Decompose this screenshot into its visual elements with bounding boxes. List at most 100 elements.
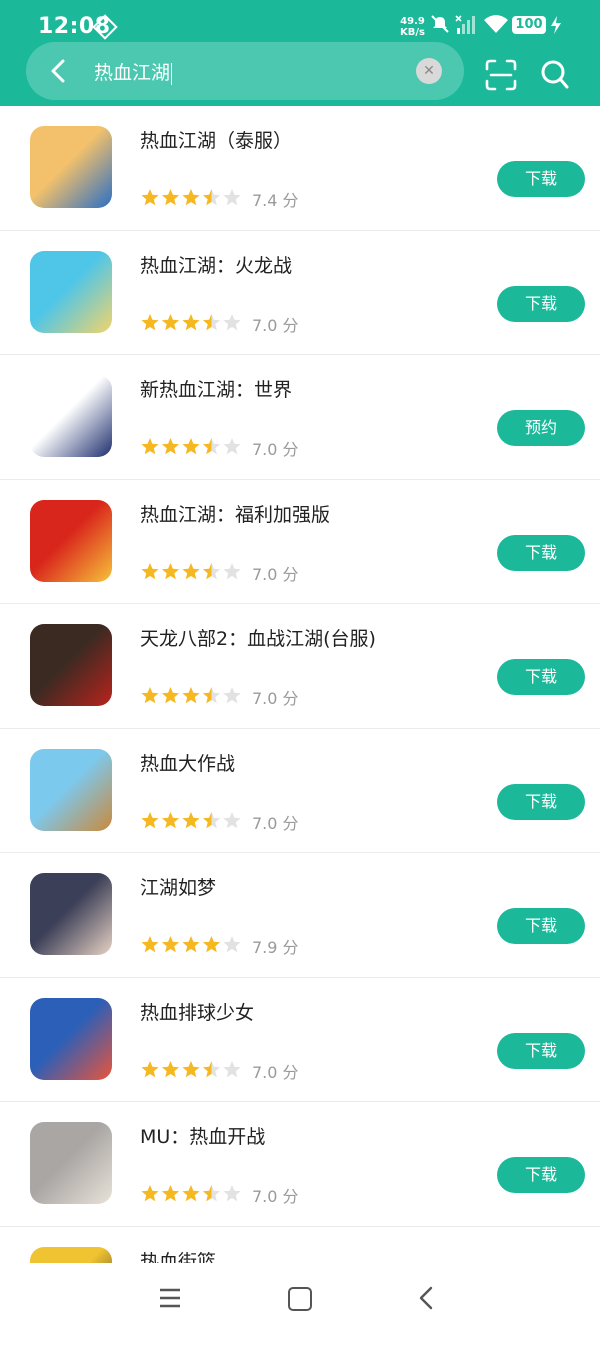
- reserve-button[interactable]: 预约: [497, 410, 585, 446]
- star-icon: [223, 438, 240, 454]
- star-icon: [141, 314, 158, 330]
- download-button[interactable]: 下载: [497, 784, 585, 820]
- search-icon[interactable]: [540, 58, 570, 90]
- system-navigation-bar: [0, 1263, 600, 1333]
- star-rating-icon: [140, 562, 240, 582]
- download-button[interactable]: 下载: [497, 1157, 585, 1193]
- star-icon: [203, 1185, 220, 1201]
- star-icon: [203, 936, 220, 952]
- app-name[interactable]: 江湖如梦: [140, 873, 216, 900]
- app-name[interactable]: 热血江湖：火龙战: [140, 251, 292, 278]
- download-button[interactable]: 下载: [497, 535, 585, 571]
- star-icon: [162, 189, 179, 205]
- app-icon[interactable]: [30, 624, 112, 706]
- recent-apps-icon[interactable]: [158, 1287, 182, 1309]
- network-speed-unit: KB/s: [400, 27, 425, 38]
- star-icon: [182, 438, 199, 454]
- app-icon[interactable]: [30, 126, 112, 208]
- app-list-item[interactable]: MU：热血开战 7.0 分 下载: [0, 1102, 600, 1227]
- app-icon[interactable]: [30, 749, 112, 831]
- app-icon[interactable]: [30, 1122, 112, 1204]
- download-button[interactable]: 下载: [497, 908, 585, 944]
- star-icon: [141, 438, 158, 454]
- star-icon: [162, 438, 179, 454]
- home-icon[interactable]: [288, 1287, 312, 1311]
- battery-level: 100: [512, 16, 546, 34]
- app-list-item[interactable]: 热血江湖（泰服） 7.4 分 下载: [0, 106, 600, 231]
- nav-back-icon[interactable]: [416, 1285, 436, 1311]
- star-rating-icon: [140, 1060, 240, 1080]
- app-icon[interactable]: [30, 998, 112, 1080]
- app-list-item[interactable]: 热血大作战 7.0 分 下载: [0, 729, 600, 854]
- star-icon: [141, 812, 158, 828]
- star-icon: [182, 189, 199, 205]
- star-rating-icon: [140, 1184, 240, 1204]
- search-bar[interactable]: 热血江湖 ✕: [26, 42, 464, 100]
- star-icon: [182, 314, 199, 330]
- scan-icon[interactable]: [484, 58, 518, 92]
- search-input[interactable]: 热血江湖: [94, 58, 172, 85]
- wifi-icon: [483, 13, 509, 35]
- star-icon: [223, 812, 240, 828]
- app-icon[interactable]: [30, 500, 112, 582]
- network-speed: 49.9 KB/s: [400, 16, 425, 38]
- star-icon: [182, 1185, 199, 1201]
- star-rating-icon: [140, 188, 240, 208]
- app-score: 7.4 分: [252, 187, 299, 211]
- download-button[interactable]: 下载: [497, 161, 585, 197]
- star-icon: [223, 687, 240, 703]
- star-icon: [162, 1061, 179, 1077]
- star-rating-icon: [140, 437, 240, 457]
- app-name[interactable]: 热血江湖：福利加强版: [140, 500, 330, 527]
- download-button[interactable]: 下载: [497, 1033, 585, 1069]
- app-score: 7.9 分: [252, 934, 299, 958]
- star-icon: [182, 812, 199, 828]
- download-button[interactable]: 下载: [497, 659, 585, 695]
- app-score: 7.0 分: [252, 561, 299, 585]
- star-icon: [162, 812, 179, 828]
- app-name[interactable]: MU：热血开战: [140, 1122, 265, 1149]
- download-button[interactable]: 下载: [497, 286, 585, 322]
- star-icon: [203, 189, 220, 205]
- app-score: 7.0 分: [252, 810, 299, 834]
- star-icon: [203, 314, 220, 330]
- app-name[interactable]: 热血江湖（泰服）: [140, 126, 292, 153]
- star-icon: [223, 314, 240, 330]
- app-name[interactable]: 新热血江湖：世界: [140, 375, 292, 402]
- app-icon[interactable]: [30, 873, 112, 955]
- app-list-item[interactable]: 江湖如梦 7.9 分 下载: [0, 853, 600, 978]
- app-score: 7.0 分: [252, 1059, 299, 1083]
- app-icon[interactable]: [30, 251, 112, 333]
- app-list-item[interactable]: 热血江湖：福利加强版 7.0 分 下载: [0, 480, 600, 605]
- back-arrow-icon[interactable]: [46, 58, 72, 84]
- app-list-item[interactable]: 热血江湖：火龙战7.0 分下载: [0, 231, 600, 356]
- app-name[interactable]: 天龙八部2：血战江湖(台服): [140, 624, 376, 651]
- star-icon: [141, 936, 158, 952]
- star-icon: [162, 1185, 179, 1201]
- app-list-item[interactable]: 热血排球少女 7.0 分 下载: [0, 978, 600, 1103]
- app-name[interactable]: 热血排球少女: [140, 998, 254, 1025]
- star-icon: [182, 563, 199, 579]
- star-icon: [162, 314, 179, 330]
- header: 12:08 49.9 KB/s 100 热血江湖 ✕: [0, 0, 600, 106]
- app-list-item[interactable]: 天龙八部2：血战江湖(台服)7.0 分下载: [0, 604, 600, 729]
- star-icon: [141, 563, 158, 579]
- star-icon: [203, 687, 220, 703]
- star-icon: [203, 438, 220, 454]
- star-rating-icon: [140, 811, 240, 831]
- star-icon: [162, 563, 179, 579]
- app-score: 7.0 分: [252, 1183, 299, 1207]
- star-icon: [223, 563, 240, 579]
- clear-search-button[interactable]: ✕: [416, 58, 442, 84]
- star-icon: [162, 687, 179, 703]
- star-icon: [141, 1061, 158, 1077]
- star-icon: [223, 1185, 240, 1201]
- star-icon: [182, 936, 199, 952]
- app-icon[interactable]: [30, 375, 112, 457]
- app-list-item[interactable]: 新热血江湖：世界7.0 分预约: [0, 355, 600, 480]
- text-cursor: [171, 63, 172, 85]
- star-icon: [203, 1061, 220, 1077]
- app-name[interactable]: 热血大作战: [140, 749, 235, 776]
- search-results-list: 热血江湖（泰服）7.4 分下载热血江湖：火龙战7.0 分下载新热血江湖：世界7.…: [0, 106, 600, 1351]
- star-icon: [141, 1185, 158, 1201]
